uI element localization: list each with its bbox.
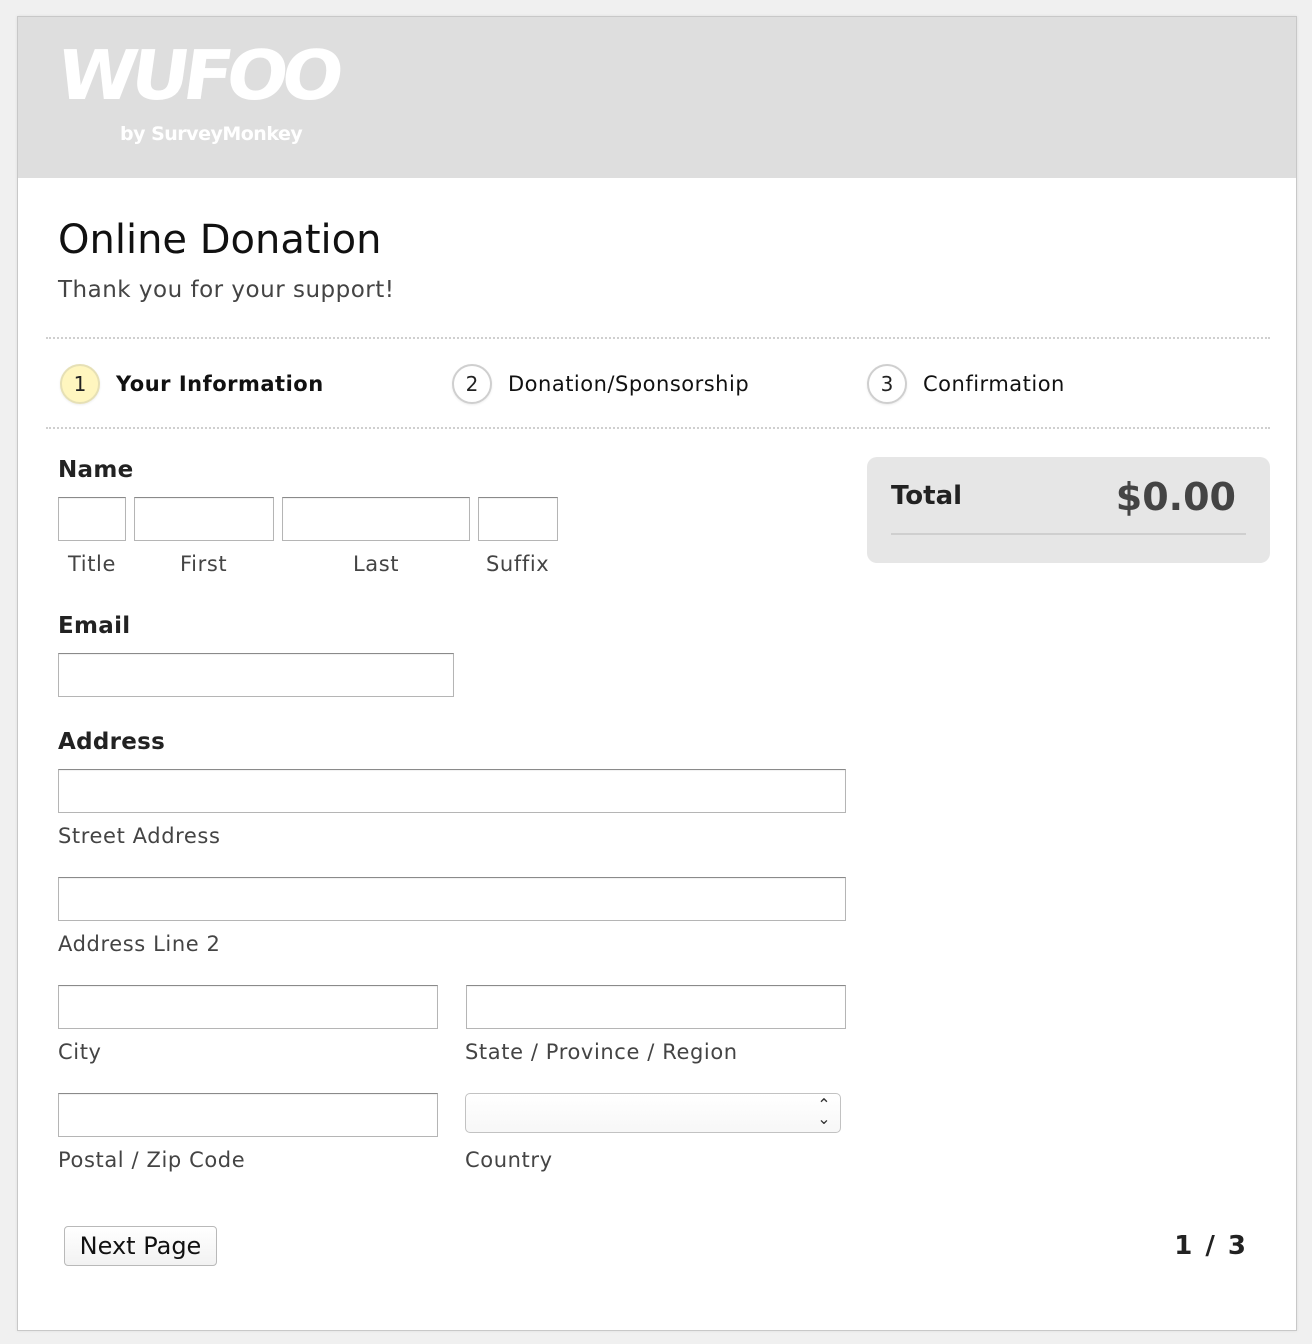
page-indicator: 1 / 3 [1174, 1231, 1248, 1261]
name-last-input[interactable] [282, 497, 470, 541]
total-label: Total [891, 481, 963, 511]
header-banner: WUFOO by SurveyMonkey [18, 17, 1296, 178]
total-divider [891, 533, 1246, 535]
step-3: 3 Confirmation [867, 360, 1065, 408]
city-input[interactable] [58, 985, 438, 1029]
address-label: Address [58, 729, 166, 755]
step-label: Confirmation [923, 372, 1065, 396]
step-1: 1 Your Information [60, 360, 324, 408]
name-first-sublabel: First [180, 552, 228, 576]
divider-top [46, 337, 1270, 339]
name-last-sublabel: Last [353, 552, 400, 576]
street-address-sublabel: Street Address [58, 824, 221, 848]
step-label: Donation/Sponsorship [508, 372, 750, 396]
divider-bottom [46, 427, 1270, 429]
postal-code-input[interactable] [58, 1093, 438, 1137]
state-sublabel: State / Province / Region [465, 1040, 738, 1064]
step-label: Your Information [116, 372, 324, 396]
next-page-button[interactable]: Next Page [64, 1226, 217, 1266]
step-2: 2 Donation/Sponsorship [452, 360, 749, 408]
form-description: Thank you for your support! [58, 277, 395, 303]
step-number: 2 [452, 364, 492, 404]
name-suffix-input[interactable] [478, 497, 558, 541]
total-panel: Total $0.00 [867, 457, 1270, 563]
country-sublabel: Country [465, 1148, 553, 1172]
wufoo-logo: WUFOO [52, 35, 344, 115]
wufoo-logo-tagline: by SurveyMonkey [120, 123, 303, 145]
name-suffix-sublabel: Suffix [486, 552, 550, 576]
name-title-sublabel: Title [68, 552, 117, 576]
form-container: WUFOO by SurveyMonkey Online Donation Th… [17, 16, 1297, 1331]
email-field[interactable] [58, 653, 454, 697]
address-line2-input[interactable] [58, 877, 846, 921]
address-line2-sublabel: Address Line 2 [58, 932, 221, 956]
email-label: Email [58, 613, 131, 639]
state-input[interactable] [466, 985, 846, 1029]
postal-code-sublabel: Postal / Zip Code [58, 1148, 246, 1172]
country-select[interactable]: ⌃ ⌄ [465, 1093, 841, 1133]
step-number: 1 [60, 364, 100, 404]
name-label: Name [58, 457, 134, 483]
step-number: 3 [867, 364, 907, 404]
total-amount: $0.00 [1115, 475, 1236, 519]
name-first-input[interactable] [134, 497, 274, 541]
page-title: Online Donation [58, 217, 382, 263]
name-title-input[interactable] [58, 497, 126, 541]
city-sublabel: City [58, 1040, 102, 1064]
select-arrows-icon: ⌃ ⌄ [817, 1095, 831, 1128]
street-address-input[interactable] [58, 769, 846, 813]
